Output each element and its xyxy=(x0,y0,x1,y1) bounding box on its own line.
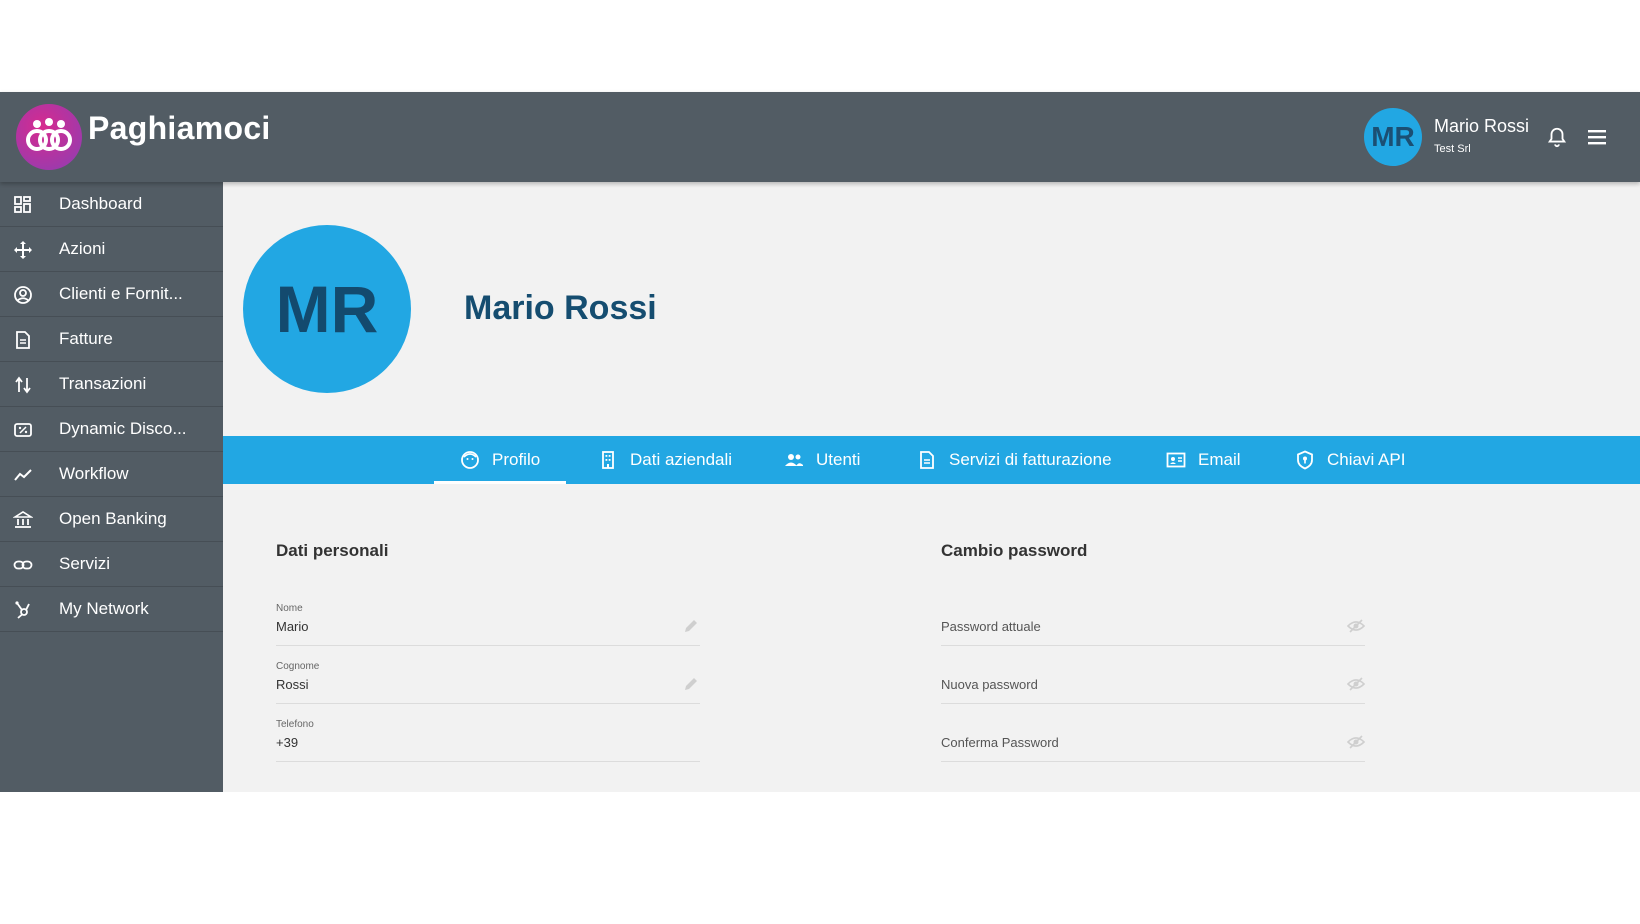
tab-label: Chiavi API xyxy=(1327,450,1406,469)
app-window: Paghiamoci MR Mario Rossi Test Srl Dashb… xyxy=(0,92,1640,792)
top-header: Paghiamoci MR Mario Rossi Test Srl xyxy=(0,92,1640,182)
new-password-field[interactable]: Nuova password xyxy=(941,661,1366,709)
last-name-field[interactable]: Cognome Rossi xyxy=(276,661,700,709)
hamburger-menu-icon[interactable] xyxy=(1586,128,1608,146)
field-underline xyxy=(276,761,700,762)
field-underline xyxy=(941,761,1365,762)
document-icon xyxy=(13,330,33,350)
link-icon xyxy=(13,555,33,575)
trend-line-icon xyxy=(13,465,33,485)
current-password-field[interactable]: Password attuale xyxy=(941,603,1366,651)
move-arrows-icon xyxy=(13,240,33,260)
sidebar-item-open-banking[interactable]: Open Banking xyxy=(0,497,223,542)
field-placeholder[interactable]: Nuova password xyxy=(941,677,1038,692)
sidebar-item-azioni[interactable]: Azioni xyxy=(0,227,223,272)
email-card-icon xyxy=(1166,450,1186,470)
field-label: Cognome xyxy=(276,661,320,672)
sidebar-item-label: Azioni xyxy=(59,239,106,258)
tab-label: Utenti xyxy=(816,450,861,469)
paghiamoci-logo[interactable] xyxy=(16,104,82,170)
building-icon xyxy=(598,450,618,470)
sidebar-item-label: Workflow xyxy=(59,464,129,483)
pencil-icon[interactable] xyxy=(682,617,700,635)
sidebar-item-transazioni[interactable]: Transazioni xyxy=(0,362,223,407)
tab-chiavi-api[interactable]: Chiavi API xyxy=(1295,436,1405,484)
sidebar-item-clienti[interactable]: Clienti e Fornit... xyxy=(0,272,223,317)
sidebar-nav: Dashboard Azioni Clienti e Fornit... Fat… xyxy=(0,182,223,792)
field-underline xyxy=(276,703,700,704)
user-circle-icon xyxy=(13,285,33,305)
sidebar-item-servizi[interactable]: Servizi xyxy=(0,542,223,587)
field-label: Nome xyxy=(276,603,303,614)
field-value[interactable]: Rossi xyxy=(276,677,309,692)
field-underline xyxy=(276,645,700,646)
dashboard-grid-icon xyxy=(13,195,33,215)
sidebar-item-dashboard[interactable]: Dashboard xyxy=(0,182,223,227)
password-change-title: Cambio password xyxy=(941,541,1088,560)
tab-profilo[interactable]: Profilo xyxy=(434,436,567,484)
sidebar-item-fatture[interactable]: Fatture xyxy=(0,317,223,362)
tab-label: Dati aziendali xyxy=(630,450,733,469)
field-underline xyxy=(941,645,1365,646)
brand-name: Paghiamoci xyxy=(88,110,271,146)
field-label: Telefono xyxy=(276,719,314,730)
profile-tabs: Profilo Dati aziendali Utenti Servizi di… xyxy=(223,436,1640,484)
personal-data-title: Dati personali xyxy=(276,541,389,560)
invoice-icon xyxy=(917,450,937,470)
field-underline xyxy=(941,703,1365,704)
tab-servizi-fatturazione[interactable]: Servizi di fatturazione xyxy=(917,436,1112,484)
sidebar-item-label: Dynamic Disco... xyxy=(59,419,187,438)
user-avatar[interactable]: MR xyxy=(1364,108,1422,166)
tab-label: Profilo xyxy=(492,450,541,469)
users-icon xyxy=(784,450,804,470)
sidebar-item-label: Dashboard xyxy=(59,194,143,213)
eye-off-icon[interactable] xyxy=(1346,617,1366,635)
shield-key-icon xyxy=(1295,450,1315,470)
phone-field[interactable]: Telefono +39 xyxy=(276,719,700,767)
face-icon xyxy=(460,450,480,470)
discount-tag-icon xyxy=(13,420,33,440)
tab-utenti[interactable]: Utenti xyxy=(784,436,860,484)
sidebar-item-label: My Network xyxy=(59,599,149,618)
sidebar-item-label: Servizi xyxy=(59,554,111,573)
sidebar-item-workflow[interactable]: Workflow xyxy=(0,452,223,497)
tab-dati-aziendali[interactable]: Dati aziendali xyxy=(598,436,732,484)
sidebar-item-label: Clienti e Fornit... xyxy=(59,284,183,303)
phone-prefix[interactable]: +39 xyxy=(276,735,298,750)
sidebar-item-dynamic-discounting[interactable]: Dynamic Disco... xyxy=(0,407,223,452)
bell-icon[interactable] xyxy=(1546,126,1568,148)
tab-email[interactable]: Email xyxy=(1166,436,1241,484)
main-content: MR Mario Rossi Profilo Dati aziendali Ut… xyxy=(223,182,1640,792)
field-placeholder[interactable]: Conferma Password xyxy=(941,735,1059,750)
tab-label: Servizi di fatturazione xyxy=(949,450,1112,469)
pencil-icon[interactable] xyxy=(682,675,700,693)
bank-icon xyxy=(12,510,34,530)
confirm-password-field[interactable]: Conferma Password xyxy=(941,719,1366,767)
profile-avatar: MR xyxy=(243,225,411,393)
network-icon xyxy=(13,600,33,620)
field-value[interactable]: Mario xyxy=(276,619,309,634)
sidebar-item-label: Transazioni xyxy=(59,374,147,393)
profile-name: Mario Rossi xyxy=(464,289,657,327)
sidebar-item-my-network[interactable]: My Network xyxy=(0,587,223,632)
sidebar-item-label: Open Banking xyxy=(59,509,167,528)
field-placeholder[interactable]: Password attuale xyxy=(941,619,1041,634)
eye-off-icon[interactable] xyxy=(1346,675,1366,693)
sidebar-item-label: Fatture xyxy=(59,329,113,348)
user-company: Test Srl xyxy=(1434,143,1471,155)
user-name[interactable]: Mario Rossi xyxy=(1434,116,1529,137)
tab-label: Email xyxy=(1198,450,1241,469)
eye-off-icon[interactable] xyxy=(1346,733,1366,751)
transfer-arrows-icon xyxy=(13,375,33,395)
first-name-field[interactable]: Nome Mario xyxy=(276,603,700,651)
